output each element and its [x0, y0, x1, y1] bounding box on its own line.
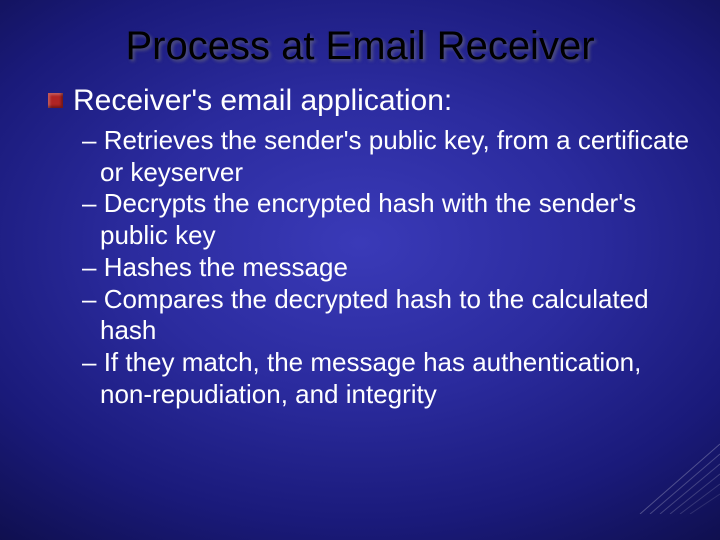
list-item: – If they match, the message has authent…: [82, 347, 690, 410]
bullet-level1: Receiver's email application:: [48, 83, 690, 119]
list-item: – Retrieves the sender's public key, fro…: [82, 125, 690, 188]
corner-decoration-icon: [630, 424, 720, 514]
item-text: Hashes the message: [104, 252, 348, 282]
item-text: If they match, the message has authentic…: [100, 347, 641, 409]
dash-icon: –: [82, 252, 104, 282]
item-text: Decrypts the encrypted hash with the sen…: [100, 188, 636, 250]
list-item: – Compares the decrypted hash to the cal…: [82, 284, 690, 347]
level1-text: Receiver's email application:: [73, 83, 452, 119]
slide-content: Receiver's email application: – Retrieve…: [0, 75, 720, 410]
list-item: – Hashes the message: [82, 252, 690, 284]
dash-icon: –: [82, 347, 104, 377]
dash-icon: –: [82, 188, 104, 218]
list-item: – Decrypts the encrypted hash with the s…: [82, 188, 690, 251]
level2-list: – Retrieves the sender's public key, fro…: [48, 125, 690, 410]
item-text: Compares the decrypted hash to the calcu…: [100, 284, 649, 346]
dash-icon: –: [82, 125, 104, 155]
slide-title: Process at Email Receiver: [0, 0, 720, 75]
slide: Process at Email Receiver Receiver's ema…: [0, 0, 720, 540]
dash-icon: –: [82, 284, 104, 314]
square-bullet-icon: [48, 93, 63, 108]
item-text: Retrieves the sender's public key, from …: [100, 125, 689, 187]
